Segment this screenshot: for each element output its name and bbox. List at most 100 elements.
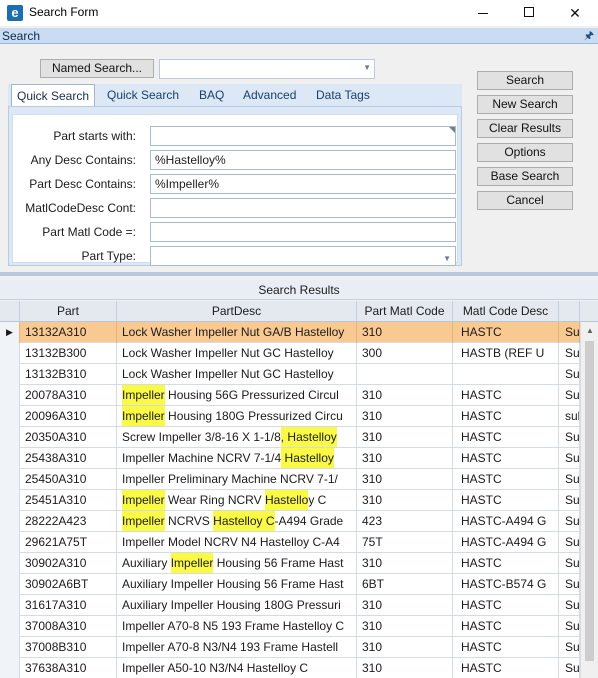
cell-matl-code-desc[interactable]: HASTC — [453, 322, 559, 343]
table-row[interactable]: 25438A310 Impeller Machine NCRV 7-1/4 Has… — [0, 448, 580, 469]
part-starts-with-field[interactable] — [150, 126, 456, 146]
cell-part[interactable]: 30902A6BT — [20, 574, 117, 595]
cell-part[interactable]: 37638A310 — [20, 658, 117, 678]
tab-baq[interactable]: BAQ — [194, 84, 229, 106]
cell-extra[interactable]: Su — [559, 427, 580, 448]
column-header-matl-code-desc[interactable]: Matl Code Desc — [453, 301, 559, 322]
cell-part-matl-code[interactable]: 310 — [357, 448, 453, 469]
cell-extra[interactable]: sul — [559, 406, 580, 427]
cell-extra[interactable]: Su — [559, 448, 580, 469]
part-desc-contains-field[interactable]: %Impeller% — [150, 174, 456, 194]
cell-partdesc[interactable]: Impeller Housing 56G Pressurized Circul — [117, 385, 357, 406]
cell-matl-code-desc[interactable]: HASTC — [453, 490, 559, 511]
cell-extra[interactable]: Su — [559, 574, 580, 595]
cell-extra[interactable]: Su — [559, 364, 580, 385]
cell-extra[interactable]: Su — [559, 532, 580, 553]
tab-advanced[interactable]: Advanced — [238, 84, 301, 106]
table-row[interactable]: 20078A310 Impeller Housing 56G Pressurize… — [0, 385, 580, 406]
table-row[interactable]: ▶ 13132A310 Lock Washer Impeller Nut GA/B … — [0, 322, 580, 343]
cell-extra[interactable]: Su — [559, 658, 580, 678]
table-row[interactable]: 20096A310 Impeller Housing 180G Pressuriz… — [0, 406, 580, 427]
row-selector[interactable] — [0, 511, 20, 532]
cell-partdesc[interactable]: Auxiliary Impeller Housing 56 Frame Hast — [117, 553, 357, 574]
cell-part-matl-code[interactable]: 310 — [357, 322, 453, 343]
cell-partdesc[interactable]: Impeller A70-8 N5 193 Frame Hastelloy C — [117, 616, 357, 637]
cell-part-matl-code[interactable]: 6BT — [357, 574, 453, 595]
cell-part-matl-code[interactable]: 310 — [357, 427, 453, 448]
panel-splitter[interactable] — [0, 272, 598, 276]
cell-partdesc[interactable]: Impeller A50-10 N3/N4 Hastelloy C — [117, 658, 357, 678]
row-selector[interactable] — [0, 574, 20, 595]
cell-part[interactable]: 25438A310 — [20, 448, 117, 469]
cell-partdesc[interactable]: Impeller NCRVS Hastelloy C-A494 Grade — [117, 511, 357, 532]
options-button[interactable]: Options — [477, 143, 573, 162]
cell-extra[interactable]: Su — [559, 595, 580, 616]
tab-quick-search-1[interactable]: Quick Search — [11, 84, 96, 107]
chevron-down-icon[interactable]: ▼ — [443, 250, 451, 268]
cell-matl-code-desc[interactable]: HASTC — [453, 616, 559, 637]
table-row[interactable]: 37008A310 Impeller A70-8 N5 193 Frame Has… — [0, 616, 580, 637]
cell-partdesc[interactable]: Impeller A70-8 N3/N4 193 Frame Hastell — [117, 637, 357, 658]
cell-extra[interactable]: Su — [559, 322, 580, 343]
row-selector[interactable] — [0, 448, 20, 469]
cell-partdesc[interactable]: Auxiliary Impeller Housing 180G Pressuri — [117, 595, 357, 616]
cell-part[interactable]: 20078A310 — [20, 385, 117, 406]
part-type-select[interactable]: ▼ — [150, 246, 456, 266]
tab-quick-search-2[interactable]: Quick Search — [102, 84, 184, 106]
cell-matl-code-desc[interactable]: HASTC — [453, 658, 559, 678]
cell-part-matl-code[interactable]: 423 — [357, 511, 453, 532]
row-selector[interactable] — [0, 364, 20, 385]
cell-partdesc[interactable]: Screw Impeller 3/8-16 X 1-1/8, Hastelloy — [117, 427, 357, 448]
cell-part[interactable]: 20350A310 — [20, 427, 117, 448]
named-search-combo[interactable]: ▼ — [159, 59, 375, 79]
row-selector[interactable] — [0, 532, 20, 553]
cell-part[interactable]: 37008B310 — [20, 637, 117, 658]
pin-icon[interactable]: 🖈 — [584, 28, 594, 44]
cell-part-matl-code[interactable]: 310 — [357, 406, 453, 427]
cell-partdesc[interactable]: Impeller Wear Ring NCRV Hastelloy C — [117, 490, 357, 511]
cell-part-matl-code[interactable]: 310 — [357, 385, 453, 406]
cell-part-matl-code[interactable]: 75T — [357, 532, 453, 553]
cell-partdesc[interactable]: Impeller Housing 180G Pressurized Circu — [117, 406, 357, 427]
row-selector[interactable] — [0, 343, 20, 364]
cell-part[interactable]: 31617A310 — [20, 595, 117, 616]
cell-part[interactable]: 37008A310 — [20, 616, 117, 637]
row-selector[interactable] — [0, 658, 20, 678]
cell-part-matl-code[interactable]: 310 — [357, 658, 453, 678]
row-selector[interactable] — [0, 553, 20, 574]
table-row[interactable]: 28222A423 Impeller NCRVS Hastelloy C-A494… — [0, 511, 580, 532]
vertical-scrollbar[interactable]: ▲ — [580, 322, 598, 678]
cell-matl-code-desc[interactable]: HASTC — [453, 637, 559, 658]
column-header-extra[interactable] — [559, 301, 580, 322]
table-row[interactable]: 25450A310 Impeller Preliminary Machine NC… — [0, 469, 580, 490]
row-selector[interactable] — [0, 637, 20, 658]
cell-extra[interactable]: Su — [559, 343, 580, 364]
cell-part[interactable]: 25451A310 — [20, 490, 117, 511]
cell-part[interactable]: 13132B300 — [20, 343, 117, 364]
cell-part[interactable]: 13132B310 — [20, 364, 117, 385]
scroll-thumb[interactable] — [585, 341, 594, 661]
row-selector[interactable] — [0, 595, 20, 616]
table-row[interactable]: 13132B300 Lock Washer Impeller Nut GC Has… — [0, 343, 580, 364]
table-row[interactable]: 25451A310 Impeller Wear Ring NCRV Hastell… — [0, 490, 580, 511]
row-selector[interactable] — [0, 385, 20, 406]
row-selector[interactable] — [0, 427, 20, 448]
cell-matl-code-desc[interactable] — [453, 364, 559, 385]
row-selector[interactable]: ▶ — [0, 322, 20, 343]
cell-matl-code-desc[interactable]: HASTC — [453, 448, 559, 469]
cell-part[interactable]: 13132A310 — [20, 322, 117, 343]
table-row[interactable]: 30902A310 Auxiliary Impeller Housing 56 F… — [0, 553, 580, 574]
cell-matl-code-desc[interactable]: HASTC-A494 G — [453, 532, 559, 553]
cell-part-matl-code[interactable]: 310 — [357, 616, 453, 637]
search-button[interactable]: Search — [477, 71, 573, 90]
table-row[interactable]: 31617A310 Auxiliary Impeller Housing 180G… — [0, 595, 580, 616]
cell-part[interactable]: 28222A423 — [20, 511, 117, 532]
clear-results-button[interactable]: Clear Results — [477, 119, 573, 138]
cell-matl-code-desc[interactable]: HASTC — [453, 553, 559, 574]
row-selector[interactable] — [0, 406, 20, 427]
cell-partdesc[interactable]: Lock Washer Impeller Nut GC Hastelloy — [117, 364, 357, 385]
row-selector[interactable] — [0, 616, 20, 637]
cell-extra[interactable]: Su — [559, 637, 580, 658]
cell-extra[interactable]: Su — [559, 511, 580, 532]
maximize-button[interactable] — [506, 0, 552, 26]
